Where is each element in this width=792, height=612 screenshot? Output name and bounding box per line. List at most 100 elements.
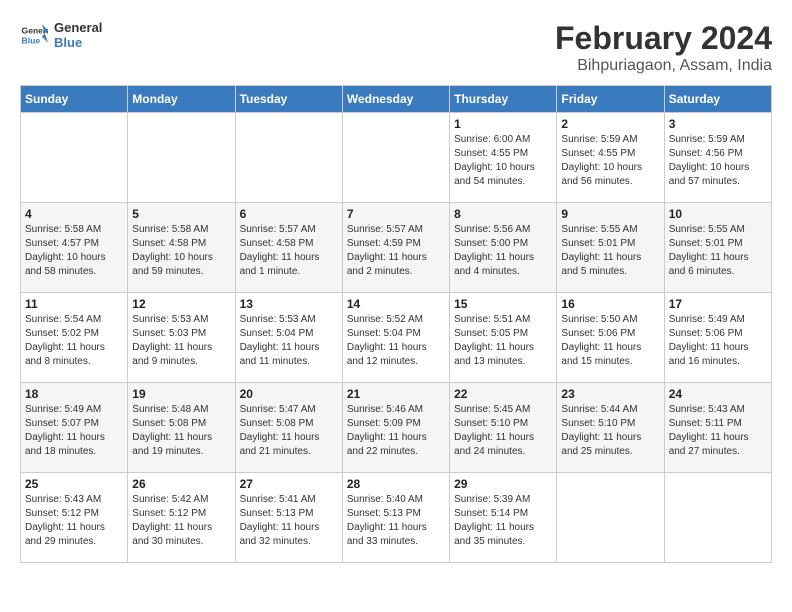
calendar-cell: 9 Sunrise: 5:55 AMSunset: 5:01 PMDaylight… xyxy=(557,203,664,293)
calendar-cell: 22Sunrise: 5:45 AMSunset: 5:10 PMDayligh… xyxy=(450,383,557,473)
day-number: 18 xyxy=(25,387,123,401)
day-detail: Sunrise: 5:46 AMSunset: 5:09 PMDaylight:… xyxy=(347,403,445,459)
week-row-4: 18Sunrise: 5:49 AMSunset: 5:07 PMDayligh… xyxy=(21,383,772,473)
calendar-cell: 25 Sunrise: 5:43 AMSunset: 5:12 PMDayligh… xyxy=(21,473,128,563)
day-number: 2 xyxy=(561,117,659,131)
day-detail: Sunrise: 5:58 AMSunset: 4:57 PMDaylight:… xyxy=(25,223,123,279)
calendar-cell: 6 Sunrise: 5:57 AMSunset: 4:58 PMDaylight… xyxy=(235,203,342,293)
calendar-cell: 1 Sunrise: 6:00 AMSunset: 4:55 PMDaylight… xyxy=(450,113,557,203)
day-detail: Sunrise: 5:59 AMSunset: 4:56 PMDaylight:… xyxy=(669,133,767,189)
calendar-cell: 5Sunrise: 5:58 AMSunset: 4:58 PMDaylight… xyxy=(128,203,235,293)
day-detail: Sunrise: 5:52 AMSunset: 5:04 PMDaylight:… xyxy=(347,313,445,369)
week-row-5: 25 Sunrise: 5:43 AMSunset: 5:12 PMDayligh… xyxy=(21,473,772,563)
day-number: 29 xyxy=(454,477,552,491)
day-detail: Sunrise: 5:55 AMSunset: 5:01 PMDaylight:… xyxy=(669,223,767,279)
day-number: 26 xyxy=(132,477,230,491)
column-header-thursday: Thursday xyxy=(450,86,557,113)
calendar-cell: 26Sunrise: 5:42 AMSunset: 5:12 PMDayligh… xyxy=(128,473,235,563)
calendar-cell: 24Sunrise: 5:43 AMSunset: 5:11 PMDayligh… xyxy=(664,383,771,473)
week-row-2: 4 Sunrise: 5:58 AMSunset: 4:57 PMDaylight… xyxy=(21,203,772,293)
calendar-cell: 7 Sunrise: 5:57 AMSunset: 4:59 PMDaylight… xyxy=(342,203,449,293)
day-number: 12 xyxy=(132,297,230,311)
day-detail: Sunrise: 5:53 AMSunset: 5:03 PMDaylight:… xyxy=(132,313,230,369)
day-detail: Sunrise: 6:00 AMSunset: 4:55 PMDaylight:… xyxy=(454,133,552,189)
day-number: 11 xyxy=(25,297,123,311)
logo-text-line1: General xyxy=(54,20,102,35)
day-detail: Sunrise: 5:58 AMSunset: 4:58 PMDaylight:… xyxy=(132,223,230,279)
column-header-saturday: Saturday xyxy=(664,86,771,113)
day-number: 27 xyxy=(240,477,338,491)
calendar-cell: 13 Sunrise: 5:53 AMSunset: 5:04 PMDayligh… xyxy=(235,293,342,383)
day-number: 23 xyxy=(561,387,659,401)
page-header: General Blue General Blue February 2024 … xyxy=(20,20,772,75)
column-header-sunday: Sunday xyxy=(21,86,128,113)
day-number: 1 xyxy=(454,117,552,131)
day-number: 6 xyxy=(240,207,338,221)
day-detail: Sunrise: 5:57 AMSunset: 4:59 PMDaylight:… xyxy=(347,223,445,279)
day-detail: Sunrise: 5:59 AMSunset: 4:55 PMDaylight:… xyxy=(561,133,659,189)
calendar-cell: 23 Sunrise: 5:44 AMSunset: 5:10 PMDayligh… xyxy=(557,383,664,473)
calendar-cell: 17 Sunrise: 5:49 AMSunset: 5:06 PMDayligh… xyxy=(664,293,771,383)
day-number: 14 xyxy=(347,297,445,311)
calendar-cell xyxy=(664,473,771,563)
calendar-cell: 11 Sunrise: 5:54 AMSunset: 5:02 PMDayligh… xyxy=(21,293,128,383)
day-number: 19 xyxy=(132,387,230,401)
day-detail: Sunrise: 5:44 AMSunset: 5:10 PMDaylight:… xyxy=(561,403,659,459)
day-number: 28 xyxy=(347,477,445,491)
column-header-tuesday: Tuesday xyxy=(235,86,342,113)
calendar-cell xyxy=(342,113,449,203)
logo: General Blue General Blue xyxy=(20,20,102,50)
day-number: 16 xyxy=(561,297,659,311)
day-detail: Sunrise: 5:54 AMSunset: 5:02 PMDaylight:… xyxy=(25,313,123,369)
day-detail: Sunrise: 5:43 AMSunset: 5:11 PMDaylight:… xyxy=(669,403,767,459)
day-detail: Sunrise: 5:53 AMSunset: 5:04 PMDaylight:… xyxy=(240,313,338,369)
day-number: 13 xyxy=(240,297,338,311)
calendar-cell: 14 Sunrise: 5:52 AMSunset: 5:04 PMDayligh… xyxy=(342,293,449,383)
calendar-cell: 2 Sunrise: 5:59 AMSunset: 4:55 PMDaylight… xyxy=(557,113,664,203)
day-number: 20 xyxy=(240,387,338,401)
day-detail: Sunrise: 5:39 AMSunset: 5:14 PMDaylight:… xyxy=(454,493,552,549)
day-detail: Sunrise: 5:45 AMSunset: 5:10 PMDaylight:… xyxy=(454,403,552,459)
day-detail: Sunrise: 5:57 AMSunset: 4:58 PMDaylight:… xyxy=(240,223,338,279)
column-header-monday: Monday xyxy=(128,86,235,113)
day-number: 25 xyxy=(25,477,123,491)
title-block: February 2024 Bihpuriagaon, Assam, India xyxy=(555,20,772,75)
sub-title: Bihpuriagaon, Assam, India xyxy=(555,57,772,75)
calendar-cell: 4 Sunrise: 5:58 AMSunset: 4:57 PMDaylight… xyxy=(21,203,128,293)
day-detail: Sunrise: 5:49 AMSunset: 5:06 PMDaylight:… xyxy=(669,313,767,369)
day-detail: Sunrise: 5:51 AMSunset: 5:05 PMDaylight:… xyxy=(454,313,552,369)
day-detail: Sunrise: 5:43 AMSunset: 5:12 PMDaylight:… xyxy=(25,493,123,549)
calendar-header-row: SundayMondayTuesdayWednesdayThursdayFrid… xyxy=(21,86,772,113)
calendar-cell: 15 Sunrise: 5:51 AMSunset: 5:05 PMDayligh… xyxy=(450,293,557,383)
logo-icon: General Blue xyxy=(20,21,48,49)
calendar-cell: 10 Sunrise: 5:55 AMSunset: 5:01 PMDayligh… xyxy=(664,203,771,293)
week-row-3: 11 Sunrise: 5:54 AMSunset: 5:02 PMDayligh… xyxy=(21,293,772,383)
day-number: 21 xyxy=(347,387,445,401)
day-number: 17 xyxy=(669,297,767,311)
day-number: 4 xyxy=(25,207,123,221)
day-detail: Sunrise: 5:47 AMSunset: 5:08 PMDaylight:… xyxy=(240,403,338,459)
day-detail: Sunrise: 5:48 AMSunset: 5:08 PMDaylight:… xyxy=(132,403,230,459)
calendar-cell: 12 Sunrise: 5:53 AMSunset: 5:03 PMDayligh… xyxy=(128,293,235,383)
logo-text-line2: Blue xyxy=(54,35,102,50)
day-number: 15 xyxy=(454,297,552,311)
day-number: 9 xyxy=(561,207,659,221)
day-detail: Sunrise: 5:55 AMSunset: 5:01 PMDaylight:… xyxy=(561,223,659,279)
day-number: 10 xyxy=(669,207,767,221)
day-detail: Sunrise: 5:40 AMSunset: 5:13 PMDaylight:… xyxy=(347,493,445,549)
calendar-cell: 29 Sunrise: 5:39 AMSunset: 5:14 PMDayligh… xyxy=(450,473,557,563)
day-detail: Sunrise: 5:41 AMSunset: 5:13 PMDaylight:… xyxy=(240,493,338,549)
calendar-cell xyxy=(128,113,235,203)
week-row-1: 1 Sunrise: 6:00 AMSunset: 4:55 PMDaylight… xyxy=(21,113,772,203)
column-header-wednesday: Wednesday xyxy=(342,86,449,113)
calendar-cell: 19 Sunrise: 5:48 AMSunset: 5:08 PMDayligh… xyxy=(128,383,235,473)
calendar-cell: 18Sunrise: 5:49 AMSunset: 5:07 PMDayligh… xyxy=(21,383,128,473)
calendar-cell xyxy=(557,473,664,563)
calendar-cell: 3 Sunrise: 5:59 AMSunset: 4:56 PMDaylight… xyxy=(664,113,771,203)
calendar-cell: 16Sunrise: 5:50 AMSunset: 5:06 PMDayligh… xyxy=(557,293,664,383)
day-number: 3 xyxy=(669,117,767,131)
calendar-cell: 27 Sunrise: 5:41 AMSunset: 5:13 PMDayligh… xyxy=(235,473,342,563)
day-number: 7 xyxy=(347,207,445,221)
calendar-cell xyxy=(235,113,342,203)
main-title: February 2024 xyxy=(555,20,772,57)
